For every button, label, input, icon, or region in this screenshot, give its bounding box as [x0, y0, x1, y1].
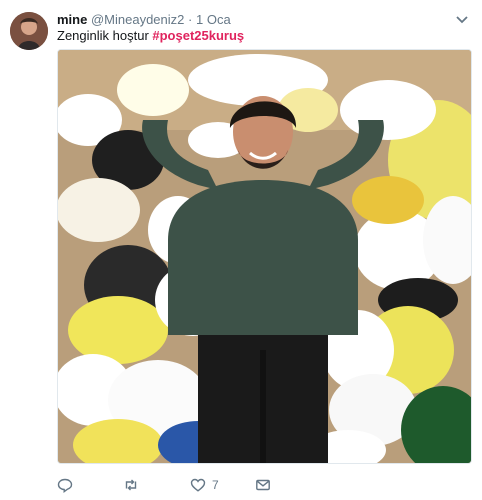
author-name[interactable]: mine — [57, 12, 87, 27]
reply-button[interactable] — [57, 475, 79, 495]
retweet-icon — [125, 479, 137, 491]
photo-illustration — [58, 50, 471, 463]
direct-message-button[interactable] — [255, 475, 277, 495]
retweet-button[interactable] — [123, 475, 145, 495]
reply-icon — [57, 478, 73, 493]
tweet-header: mine @Mineaydeniz2 · 1 Oca — [57, 12, 231, 28]
tweet-card[interactable]: mine @Mineaydeniz2 · 1 Oca Zenginlik hoş… — [0, 0, 482, 500]
hashtag-link[interactable]: #poşet25kuruş — [152, 28, 244, 43]
tweet-date[interactable]: 1 Oca — [196, 12, 231, 27]
tweet-photo[interactable] — [57, 49, 472, 464]
separator-dot: · — [188, 12, 193, 27]
tweet-text: Zenginlik hoştur #poşet25kuruş — [57, 28, 244, 44]
tweet-text-body: Zenginlik hoştur — [57, 28, 153, 43]
chevron-down-icon[interactable] — [455, 12, 469, 26]
direct-message-icon — [256, 479, 270, 491]
tweet-actions: 7 — [57, 475, 357, 495]
like-count: 7 — [212, 478, 219, 492]
like-icon — [190, 478, 206, 492]
like-button[interactable]: 7 — [190, 475, 219, 495]
avatar[interactable] — [10, 12, 48, 50]
avatar-image — [10, 12, 48, 50]
author-handle[interactable]: @Mineaydeniz2 — [91, 12, 184, 27]
